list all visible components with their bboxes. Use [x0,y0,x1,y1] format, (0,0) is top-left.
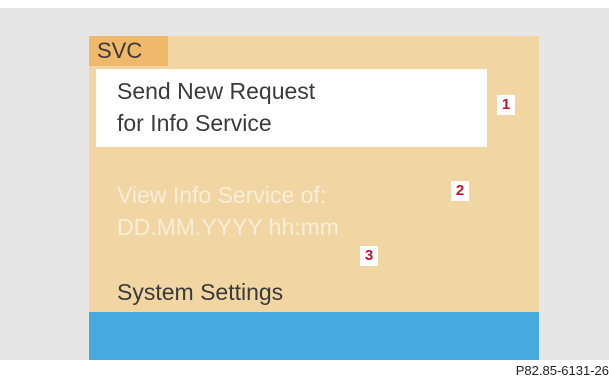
figure-reference-code: P82.85-6131-26 [515,363,609,378]
status-bar [89,312,539,360]
callout-3: 3 [360,246,378,266]
menu-item-send-new-request[interactable]: Send New Request for Info Service [96,69,487,147]
svc-tab: SVC [89,36,168,66]
menu-item-label: View Info Service of: [117,182,327,208]
menu-item-label: Send New Request [117,78,316,104]
menu-item-view-info-service[interactable]: View Info Service of: DD.MM.YYYY hh:mm [96,179,466,243]
callout-1: 1 [497,95,515,115]
svc-menu-screen: SVC Send New Request for Info Service Vi… [89,36,539,360]
callout-2: 2 [451,181,469,201]
menu-item-label: System Settings [117,279,284,305]
menu-item-label: for Info Service [117,110,272,136]
menu-item-system-settings[interactable]: System Settings [96,276,396,308]
menu-item-label: DD.MM.YYYY hh:mm [117,214,339,240]
